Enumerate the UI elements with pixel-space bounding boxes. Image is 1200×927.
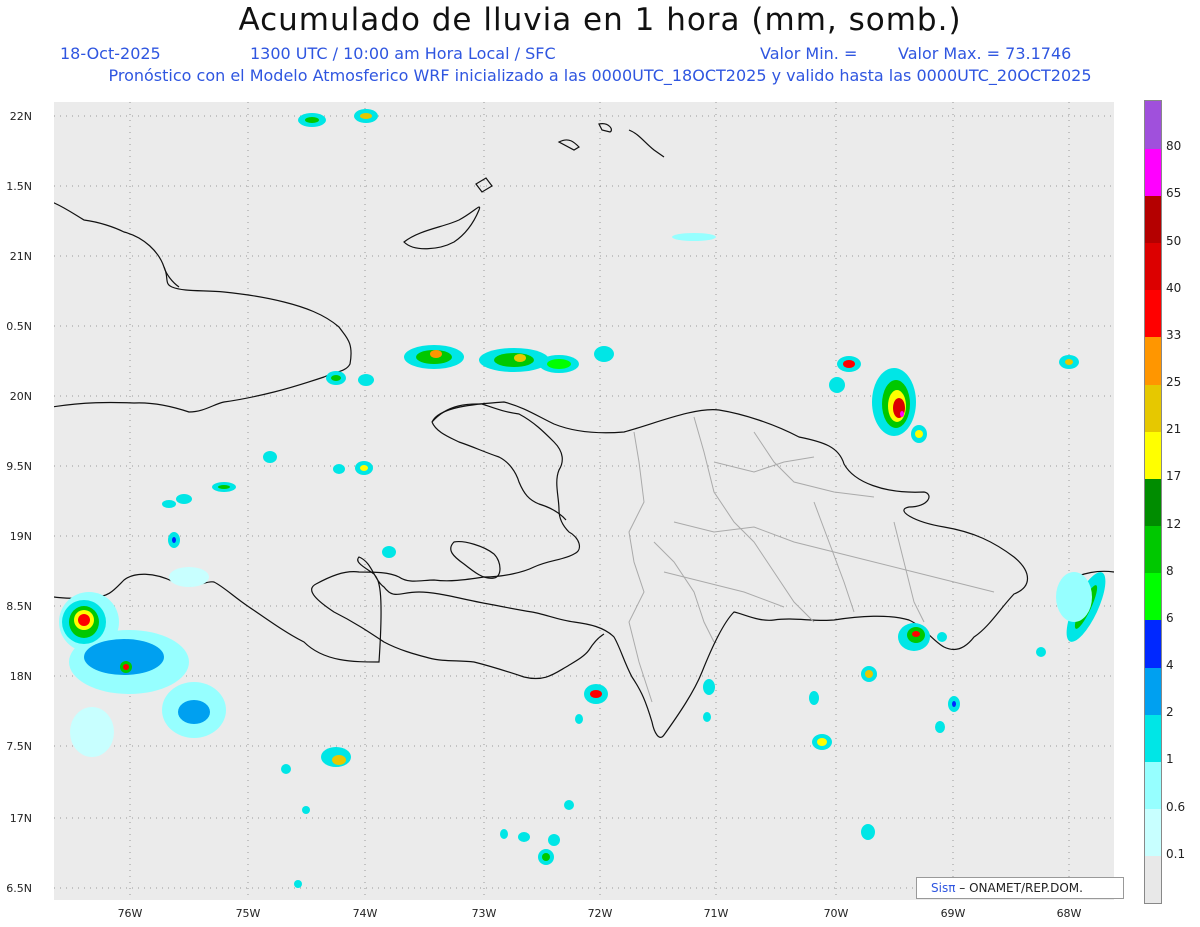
coastlines — [54, 102, 1115, 737]
colorbar-segment — [1145, 101, 1161, 149]
colorbar-segment — [1145, 336, 1161, 385]
forecast-date: 18-Oct-2025 — [60, 44, 161, 63]
value-max: Valor Max. = 73.1746 — [898, 44, 1072, 63]
lat-label: 20N — [9, 390, 32, 403]
lon-label: 70W — [823, 907, 849, 920]
map-area — [54, 102, 1115, 900]
colorbar-tick-label: 0.6 — [1166, 799, 1186, 814]
colorbar-tick-label: 50 — [1166, 233, 1182, 248]
province-boundaries — [628, 416, 995, 703]
map-svg — [54, 102, 1115, 900]
colorbar-tick-label: 33 — [1166, 327, 1182, 342]
colorbar-segment — [1145, 148, 1161, 196]
lat-label: 0.5N — [6, 320, 32, 333]
colorbar-tick-label: 2 — [1166, 705, 1174, 720]
lat-label: 19N — [9, 530, 32, 543]
colorbar-segment — [1145, 195, 1161, 244]
credit-brand: Sisπ — [931, 881, 956, 895]
colorbar-segment — [1145, 667, 1161, 715]
colorbar-tick-label: 0.1 — [1166, 846, 1186, 861]
lat-label: 6.5N — [6, 882, 32, 895]
colorbar-segment — [1145, 761, 1161, 810]
model-info-line: Pronóstico con el Modelo Atmosferico WRF… — [108, 66, 1092, 85]
lat-label: 1.5N — [6, 180, 32, 193]
lon-label: 74W — [352, 907, 378, 920]
lat-label: 21N — [9, 250, 32, 263]
colorbar-tick-label: 21 — [1166, 422, 1182, 437]
colorbar-segment — [1145, 525, 1161, 574]
colorbar-tick-label: 12 — [1166, 516, 1182, 531]
colorbar-tick-label: 4 — [1166, 658, 1174, 673]
colorbar-segment — [1145, 572, 1161, 621]
lat-label: 18N — [9, 670, 32, 683]
lon-label: 71W — [703, 907, 729, 920]
colorbar-tick-label: 1 — [1166, 752, 1174, 767]
graticule — [54, 102, 1114, 900]
colorbar-segment — [1145, 808, 1161, 857]
lon-label: 76W — [117, 907, 143, 920]
lon-label: 73W — [471, 907, 497, 920]
colorbar-segment — [1145, 289, 1161, 338]
lat-label: 8.5N — [6, 600, 32, 613]
lon-label: 72W — [587, 907, 613, 920]
colorbar-segment — [1145, 855, 1161, 903]
lat-label: 9.5N — [6, 460, 32, 473]
lat-label: 22N — [9, 110, 32, 123]
colorbar — [1144, 100, 1162, 904]
lon-label: 68W — [1056, 907, 1082, 920]
colorbar-tick-label: 8 — [1166, 563, 1174, 578]
credit-box: Sisπ – ONAMET/REP.DOM. — [916, 877, 1124, 899]
lon-label: 75W — [235, 907, 261, 920]
credit-org: – ONAMET/REP.DOM. — [955, 881, 1083, 895]
forecast-time: 1300 UTC / 10:00 am Hora Local / SFC — [250, 44, 556, 63]
colorbar-tick-label: 6 — [1166, 610, 1174, 625]
colorbar-segment — [1145, 242, 1161, 291]
colorbar-segment — [1145, 619, 1161, 668]
colorbar-tick-label: 65 — [1166, 186, 1182, 201]
colorbar-tick-label: 40 — [1166, 280, 1182, 295]
value-min: Valor Min. = — [760, 44, 858, 63]
lat-label: 17N — [9, 812, 32, 825]
colorbar-segment — [1145, 478, 1161, 527]
colorbar-segment — [1145, 431, 1161, 479]
lat-label: 7.5N — [6, 740, 32, 753]
precipitation-cells — [59, 109, 1106, 888]
colorbar-segment — [1145, 384, 1161, 432]
colorbar-tick-label: 25 — [1166, 375, 1182, 390]
colorbar-tick-label: 80 — [1166, 139, 1182, 154]
map-title: Acumulado de lluvia en 1 hora (mm, somb.… — [238, 2, 962, 38]
colorbar-segment — [1145, 714, 1161, 762]
colorbar-tick-label: 17 — [1166, 469, 1182, 484]
lon-label: 69W — [940, 907, 966, 920]
